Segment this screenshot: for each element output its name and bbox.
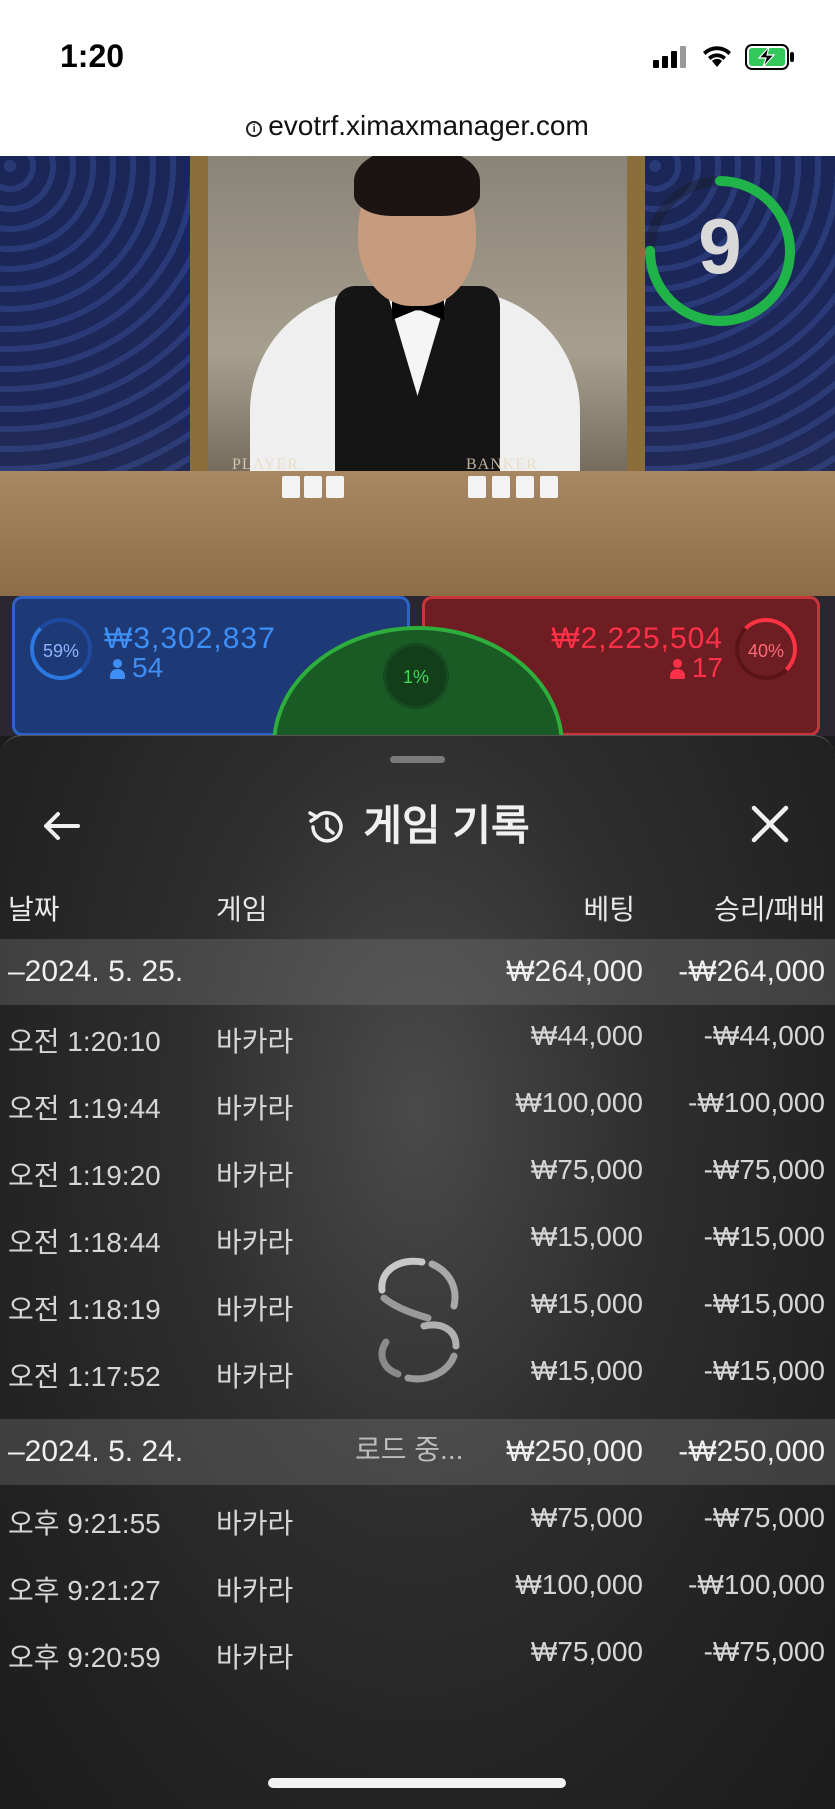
countdown-timer-value: 9 [698, 202, 742, 290]
row-win-loss: -₩44,000 [703, 1020, 825, 1051]
sheet-header: 게임 기록 [0, 776, 835, 876]
card [326, 476, 344, 498]
row-game: 바카라 [216, 1642, 294, 1673]
back-arrow-icon[interactable] [40, 804, 84, 848]
wifi-icon [703, 46, 731, 67]
person-icon [669, 659, 685, 679]
row-win-loss: -₩15,000 [703, 1355, 825, 1386]
row-win-loss: -₩75,000 [703, 1502, 825, 1533]
column-date: 날짜 [8, 894, 60, 925]
loading-text: 로드 중... [355, 1434, 464, 1465]
row-time: 오전 1:19:44 [8, 1093, 161, 1124]
card [540, 476, 558, 498]
home-indicator[interactable] [268, 1778, 566, 1788]
row-game: 바카라 [216, 1294, 294, 1325]
row-time: 오후 9:21:27 [8, 1575, 161, 1606]
column-win-loss: 승리/패배 [714, 894, 825, 925]
history-row[interactable]: 오후 9:20:59 바카라 ₩75,000 -₩75,000 [0, 1620, 835, 1686]
group-date: –2024. 5. 24. [8, 1435, 184, 1468]
row-game: 바카라 [216, 1575, 294, 1606]
table-label-banker: BANKER [466, 456, 538, 473]
row-time: 오전 1:18:19 [8, 1294, 161, 1325]
banker-percent: 40% [735, 618, 797, 680]
group-bet-total: ₩264,000 [506, 955, 643, 988]
date-group-header[interactable]: –2024. 5. 25. ₩264,000 -₩264,000 [0, 939, 835, 1005]
person-icon [110, 659, 125, 679]
url-bar[interactable]: i evotrf.ximaxmanager.com [0, 100, 835, 156]
close-icon[interactable] [748, 802, 792, 846]
player-percent: 59% [30, 618, 92, 680]
signal-icon [653, 46, 686, 68]
banker-count: 17 [669, 652, 723, 684]
row-game: 바카라 [216, 1093, 294, 1124]
history-row[interactable]: 오후 9:21:27 바카라 ₩100,000 -₩100,000 [0, 1553, 835, 1619]
group-date: –2024. 5. 25. [8, 955, 184, 988]
history-row[interactable]: 오후 9:21:55 바카라 ₩75,000 -₩75,000 [0, 1486, 835, 1552]
row-bet: ₩100,000 [515, 1569, 643, 1600]
row-win-loss: -₩100,000 [688, 1569, 825, 1600]
player-bet-amount: ₩3,302,837 [104, 622, 276, 655]
row-bet: ₩75,000 [530, 1636, 643, 1667]
tie-percent: 1% [383, 643, 449, 709]
card [304, 476, 322, 498]
row-win-loss: -₩75,000 [703, 1636, 825, 1667]
row-win-loss: -₩75,000 [703, 1154, 825, 1185]
row-win-loss: -₩15,000 [703, 1288, 825, 1319]
status-icons [653, 44, 795, 70]
status-time: 1:20 [60, 38, 125, 74]
loading-spinner-icon [378, 1257, 460, 1383]
live-video: PLAYER BANKER 9 [0, 156, 835, 596]
group-win-loss-total: -₩250,000 [678, 1435, 825, 1468]
row-time: 오전 1:18:44 [8, 1227, 161, 1258]
url-text: evotrf.ximaxmanager.com [268, 110, 589, 141]
dealer-hair [354, 156, 480, 216]
row-bet: ₩75,000 [530, 1502, 643, 1533]
row-time: 오전 1:20:10 [8, 1026, 161, 1057]
row-bet: ₩15,000 [530, 1221, 643, 1252]
card [492, 476, 510, 498]
row-win-loss: -₩15,000 [703, 1221, 825, 1252]
row-bet: ₩15,000 [530, 1288, 643, 1319]
history-row[interactable]: 오전 1:20:10 바카라 ₩44,000 -₩44,000 [0, 1004, 835, 1070]
group-win-loss-total: -₩264,000 [678, 955, 825, 988]
row-game: 바카라 [216, 1361, 294, 1392]
baccarat-table [0, 471, 835, 596]
row-bet: ₩100,000 [515, 1087, 643, 1118]
player-count: 54 [110, 652, 163, 684]
row-time: 오후 9:20:59 [8, 1642, 161, 1673]
row-game: 바카라 [216, 1508, 294, 1539]
card [282, 476, 300, 498]
history-row[interactable]: 오전 1:19:44 바카라 ₩100,000 -₩100,000 [0, 1071, 835, 1137]
history-row[interactable]: 오전 1:19:20 바카라 ₩75,000 -₩75,000 [0, 1138, 835, 1204]
row-time: 오전 1:17:52 [8, 1361, 161, 1392]
card [468, 476, 486, 498]
row-bet: ₩15,000 [530, 1355, 643, 1386]
row-time: 오전 1:19:20 [8, 1160, 161, 1191]
status-bar: 1:20 [0, 0, 835, 100]
row-bet: ₩44,000 [530, 1020, 643, 1051]
row-game: 바카라 [216, 1160, 294, 1191]
row-time: 오후 9:21:55 [8, 1508, 161, 1539]
betting-summary: 59% ₩3,302,837 54 ₩2,225,504 17 40% 1% [0, 596, 835, 736]
banker-bet-amount: ₩2,225,504 [551, 622, 723, 655]
column-game: 게임 [216, 894, 268, 925]
sheet-title: 게임 기록 [0, 776, 835, 876]
history-icon [308, 811, 344, 843]
table-label-player: PLAYER [232, 456, 299, 473]
row-game: 바카라 [216, 1026, 294, 1057]
row-bet: ₩75,000 [530, 1154, 643, 1185]
card [516, 476, 534, 498]
info-icon[interactable]: i [246, 121, 263, 137]
column-headers: 날짜 게임 베팅 승리/패배 [0, 876, 835, 936]
column-bet: 베팅 [583, 894, 635, 925]
sheet-grabber[interactable] [390, 756, 445, 763]
row-game: 바카라 [216, 1227, 294, 1258]
sheet-title-text: 게임 기록 [363, 802, 530, 849]
group-bet-total: ₩250,000 [506, 1435, 643, 1468]
row-win-loss: -₩100,000 [688, 1087, 825, 1118]
battery-charging-icon [745, 44, 794, 70]
